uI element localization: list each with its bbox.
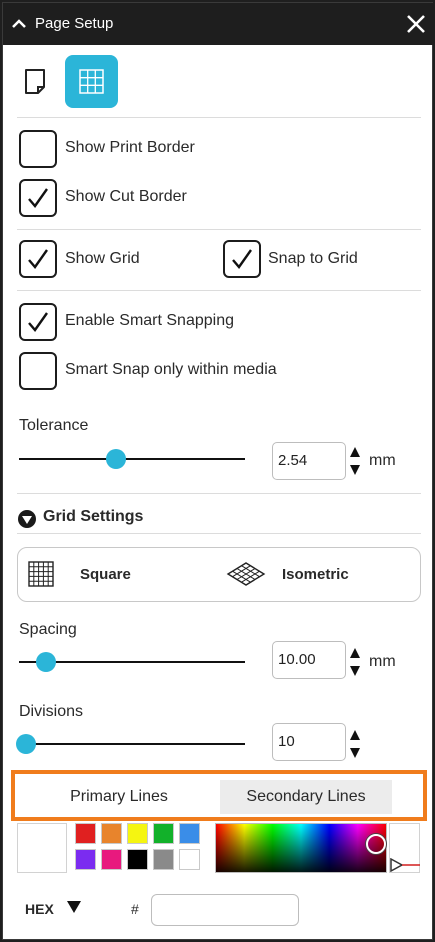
tolerance-unit: mm bbox=[369, 452, 396, 469]
arrow-marker-icon[interactable] bbox=[390, 858, 420, 872]
hex-mode-label[interactable]: HEX bbox=[25, 901, 54, 917]
divisions-slider-track[interactable] bbox=[19, 743, 245, 745]
tolerance-input[interactable]: 2.54 bbox=[272, 442, 346, 480]
line-type-tabs: Primary Lines Secondary Lines bbox=[11, 770, 427, 821]
show-grid-label: Show Grid bbox=[65, 250, 140, 267]
isometric-grid-icon bbox=[226, 562, 266, 586]
color-swatch[interactable] bbox=[127, 849, 148, 870]
divisions-label: Divisions bbox=[19, 703, 84, 720]
page-icon[interactable] bbox=[23, 68, 49, 96]
tab-secondary-lines[interactable]: Secondary Lines bbox=[220, 780, 392, 814]
show-print-border-label: Show Print Border bbox=[65, 139, 195, 156]
color-swatch[interactable] bbox=[153, 849, 174, 870]
snap-to-grid-label: Snap to Grid bbox=[268, 250, 358, 267]
isometric-option[interactable]: Isometric bbox=[218, 548, 420, 601]
spinner-arrows-icon[interactable] bbox=[349, 727, 361, 761]
tolerance-slider-track[interactable] bbox=[19, 458, 245, 460]
tab-primary-lines[interactable]: Primary Lines bbox=[23, 780, 215, 814]
color-swatch[interactable] bbox=[153, 823, 174, 844]
chevron-up-icon[interactable] bbox=[9, 15, 29, 33]
page-setup-panel: Page Setup Show Print Border Show Cut Bo… bbox=[2, 2, 434, 940]
divisions-input[interactable]: 10 bbox=[272, 723, 346, 761]
divider bbox=[17, 229, 421, 230]
spinner-arrows-icon[interactable] bbox=[349, 444, 361, 478]
tolerance-slider-thumb[interactable] bbox=[106, 449, 127, 469]
square-label: Square bbox=[80, 566, 131, 583]
grid-settings-heading: Grid Settings bbox=[43, 508, 144, 525]
show-cut-border-label: Show Cut Border bbox=[65, 188, 187, 205]
square-option[interactable]: Square bbox=[18, 548, 218, 601]
brightness-bar[interactable] bbox=[389, 823, 420, 873]
spinner-arrows-icon[interactable] bbox=[349, 645, 361, 679]
hex-input[interactable] bbox=[151, 894, 299, 926]
show-print-border-checkbox[interactable] bbox=[19, 130, 57, 168]
smart-snap-media-label: Smart Snap only within media bbox=[65, 361, 277, 378]
divider bbox=[17, 533, 421, 534]
color-swatch[interactable] bbox=[179, 849, 200, 870]
grid-icon bbox=[79, 69, 104, 94]
spacing-input[interactable]: 10.00 bbox=[272, 641, 346, 679]
window-title: Page Setup bbox=[35, 15, 114, 32]
color-swatch[interactable] bbox=[179, 823, 200, 844]
square-grid-icon bbox=[28, 561, 54, 587]
isometric-label: Isometric bbox=[282, 566, 349, 583]
color-swatch[interactable] bbox=[101, 849, 122, 870]
divider bbox=[17, 117, 421, 118]
checkmark-icon bbox=[232, 249, 252, 269]
current-color-preview bbox=[17, 823, 67, 873]
divisions-slider-thumb[interactable] bbox=[15, 734, 36, 754]
tolerance-label: Tolerance bbox=[19, 417, 89, 434]
color-spectrum-picker[interactable] bbox=[215, 823, 387, 873]
show-grid-checkbox[interactable] bbox=[19, 240, 57, 278]
title-bar: Page Setup bbox=[3, 3, 434, 45]
close-icon[interactable] bbox=[404, 12, 428, 36]
snap-to-grid-checkbox[interactable] bbox=[223, 240, 261, 278]
checkmark-icon bbox=[28, 312, 48, 332]
grid-type-segmented-control: Square Isometric bbox=[17, 547, 421, 602]
smart-snapping-checkbox[interactable] bbox=[19, 303, 57, 341]
triangle-down-icon[interactable] bbox=[66, 900, 82, 914]
color-picker-handle[interactable] bbox=[366, 834, 386, 854]
color-swatch[interactable] bbox=[75, 849, 96, 870]
spacing-unit: mm bbox=[369, 653, 396, 670]
hash-label: # bbox=[131, 901, 139, 917]
spacing-slider-thumb[interactable] bbox=[36, 652, 57, 672]
checkmark-icon bbox=[28, 188, 48, 208]
show-cut-border-checkbox[interactable] bbox=[19, 179, 57, 217]
checkmark-icon bbox=[28, 249, 48, 269]
grid-mode-button[interactable] bbox=[65, 55, 118, 108]
color-swatch[interactable] bbox=[75, 823, 96, 844]
divider bbox=[17, 290, 421, 291]
color-swatch[interactable] bbox=[101, 823, 122, 844]
divider bbox=[17, 493, 421, 494]
smart-snap-media-checkbox[interactable] bbox=[19, 352, 57, 390]
color-swatch[interactable] bbox=[127, 823, 148, 844]
triangle-down-icon[interactable] bbox=[17, 509, 37, 529]
spacing-label: Spacing bbox=[19, 621, 77, 638]
smart-snapping-label: Enable Smart Snapping bbox=[65, 312, 234, 329]
